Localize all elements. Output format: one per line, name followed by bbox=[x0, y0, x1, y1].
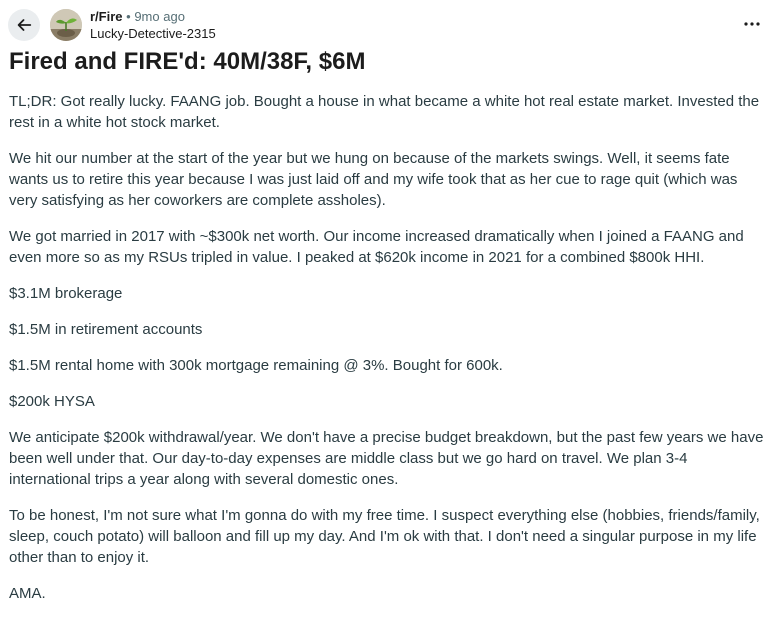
post-paragraph: To be honest, I'm not sure what I'm gonn… bbox=[9, 507, 760, 566]
subreddit-avatar[interactable] bbox=[50, 9, 82, 41]
post-paragraph: $1.5M rental home with 300k mortgage rem… bbox=[9, 357, 503, 374]
post-paragraph: $200k HYSA bbox=[9, 393, 95, 410]
post-paragraph: We got married in 2017 with ~$300k net w… bbox=[9, 228, 744, 266]
back-button[interactable] bbox=[8, 9, 40, 41]
post-time: 9mo ago bbox=[134, 9, 185, 24]
arrow-left-icon bbox=[17, 19, 32, 31]
post-paragraph: We anticipate $200k withdrawal/year. We … bbox=[9, 429, 764, 488]
post-paragraph: We hit our number at the start of the ye… bbox=[9, 150, 738, 209]
post-meta: r/Fire • 9mo ago Lucky-Detective-2315 bbox=[90, 8, 216, 42]
more-horizontal-icon bbox=[744, 22, 760, 26]
subreddit-link[interactable]: r/Fire bbox=[90, 9, 123, 24]
meta-separator: • bbox=[126, 9, 131, 24]
author-link[interactable]: Lucky-Detective-2315 bbox=[90, 25, 216, 42]
post-title: Fired and FIRE'd: 40M/38F, $6M bbox=[9, 48, 366, 75]
plant-icon bbox=[50, 9, 82, 41]
more-options-button[interactable] bbox=[738, 12, 766, 36]
post-paragraph: $3.1M brokerage bbox=[9, 285, 123, 302]
post-paragraph: TL;DR: Got really lucky. FAANG job. Boug… bbox=[9, 93, 760, 131]
meta-row: r/Fire • 9mo ago bbox=[90, 8, 216, 25]
post-paragraph: $1.5M in retirement accounts bbox=[9, 321, 203, 338]
post-paragraph: AMA. bbox=[9, 585, 46, 602]
post-body: TL;DR: Got really lucky. FAANG job. Boug… bbox=[9, 91, 769, 619]
post-header: r/Fire • 9mo ago Lucky-Detective-2315 bbox=[0, 0, 777, 48]
